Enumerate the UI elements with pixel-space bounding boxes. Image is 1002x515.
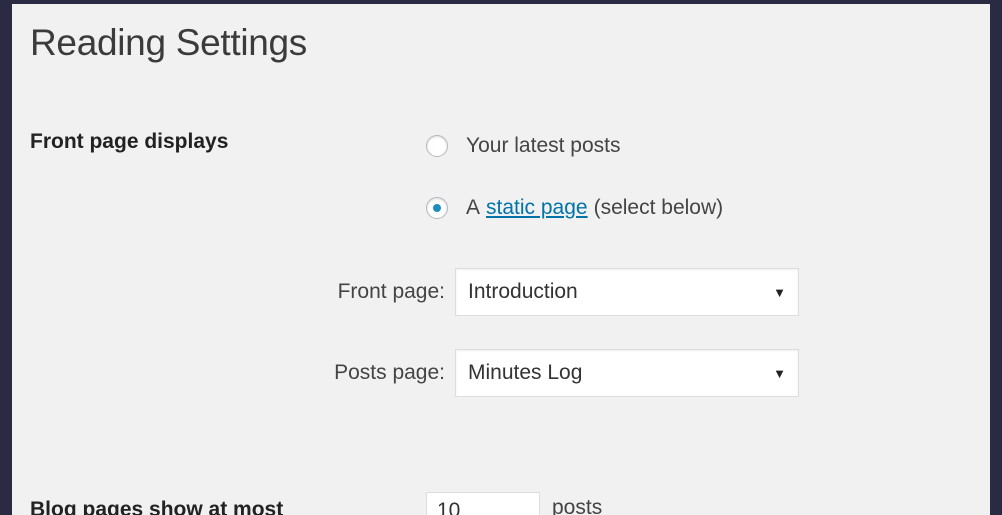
blog-pages-count-input[interactable]: 10 [426, 492, 540, 515]
front-page-select[interactable]: Introduction ▼ [455, 268, 799, 316]
radio-static-page-suffix: (select below) [593, 196, 724, 219]
blog-pages-suffix: posts [552, 496, 603, 515]
front-page-select-value: Introduction [468, 280, 578, 303]
static-page-link[interactable]: static page [486, 196, 588, 220]
radio-static-page-prefix: A [466, 196, 481, 219]
posts-page-select-label: Posts page: [334, 361, 445, 384]
radio-latest-posts-label: Your latest posts [466, 134, 621, 157]
radio-static-page[interactable] [426, 197, 448, 219]
posts-page-select[interactable]: Minutes Log ▼ [455, 349, 799, 397]
radio-latest-posts-row[interactable]: Your latest posts [426, 134, 621, 158]
front-page-select-row: Front page: Introduction ▼ [300, 268, 799, 316]
front-page-select-label: Front page: [337, 280, 445, 303]
dropdown-arrow-icon: ▼ [773, 365, 786, 381]
radio-static-page-row[interactable]: A static page (select below) [426, 196, 723, 220]
dropdown-arrow-icon: ▼ [773, 284, 786, 300]
posts-page-select-value: Minutes Log [468, 361, 583, 384]
radio-latest-posts[interactable] [426, 135, 448, 157]
blog-pages-label: Blog pages show at most [30, 498, 284, 515]
settings-panel: Reading Settings Front page displays You… [12, 4, 990, 515]
page-title: Reading Settings [30, 22, 307, 63]
posts-page-select-row: Posts page: Minutes Log ▼ [300, 349, 799, 397]
front-page-displays-label: Front page displays [30, 130, 229, 153]
